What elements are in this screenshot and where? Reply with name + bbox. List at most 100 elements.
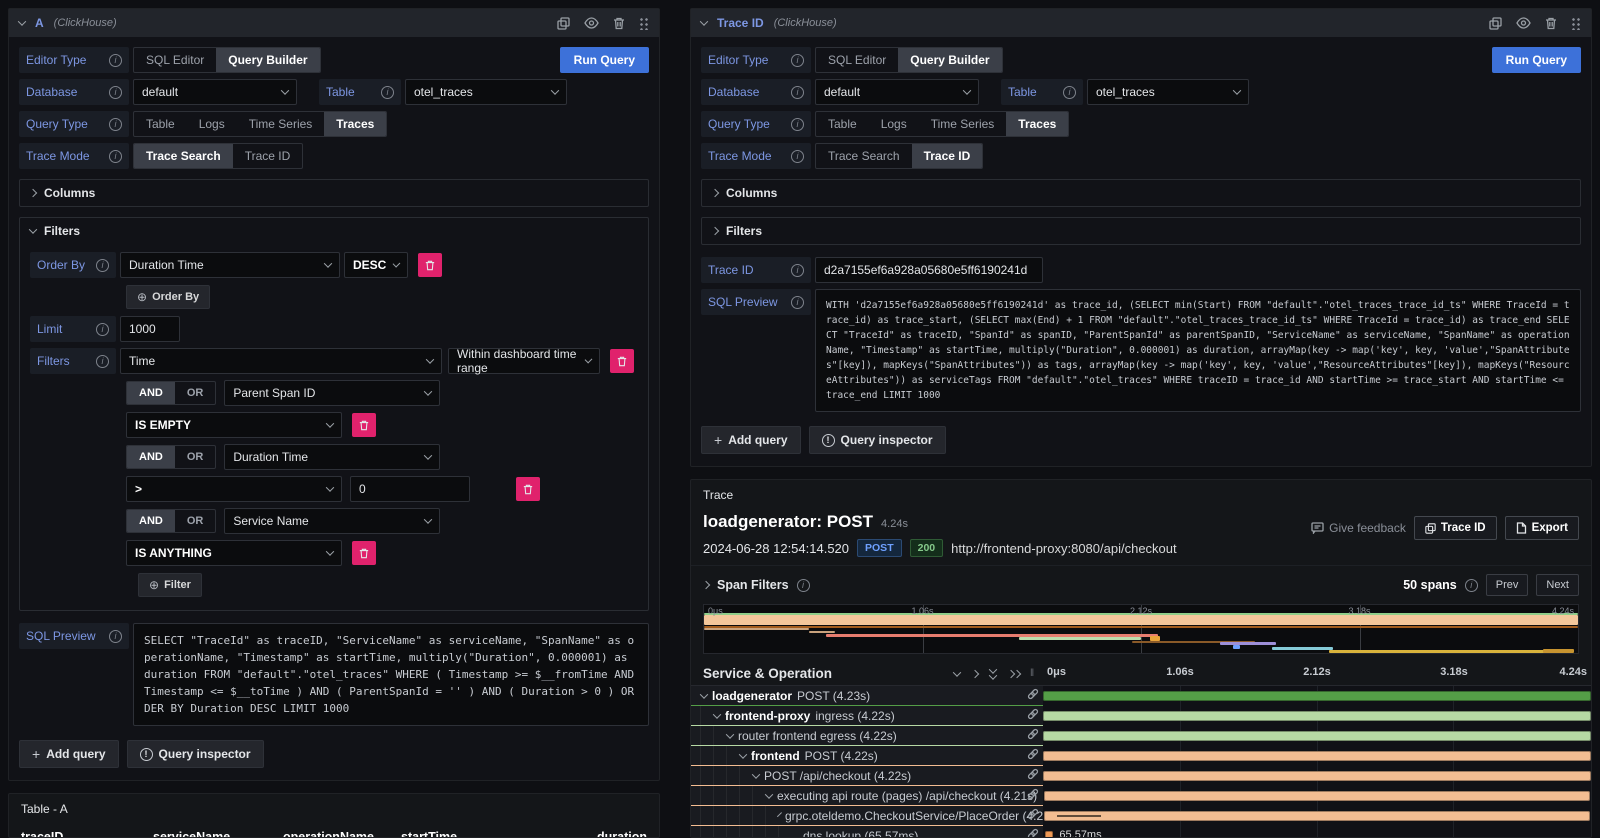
span-name-cell[interactable]: frontendPOST (4.22s) — [691, 746, 1043, 766]
info-icon[interactable] — [109, 630, 122, 643]
span-row[interactable]: executing api route (pages) /api/checkou… — [691, 786, 1591, 806]
table-select[interactable]: otel_traces — [1087, 79, 1249, 105]
span-row[interactable]: frontend-proxyingress (4.22s) — [691, 706, 1591, 726]
delete-query-icon[interactable] — [613, 17, 625, 30]
order-by-direction-select[interactable]: DESC — [344, 252, 408, 278]
give-feedback-link[interactable]: Give feedback — [1311, 521, 1406, 535]
span-duration-bar[interactable] — [1043, 691, 1591, 701]
span-duration-bar[interactable] — [1044, 811, 1590, 821]
query-type-option[interactable]: Table — [134, 112, 187, 136]
chevron-down-icon[interactable] — [752, 770, 760, 778]
hide-query-icon[interactable] — [584, 17, 599, 29]
hide-query-icon[interactable] — [1516, 17, 1531, 29]
editor-type-option[interactable]: SQL Editor — [134, 48, 216, 72]
span-row[interactable]: frontendPOST (4.22s) — [691, 746, 1591, 766]
drag-handle-icon[interactable] — [639, 17, 649, 30]
condition-field-select[interactable]: Duration Time — [224, 444, 440, 470]
info-icon[interactable] — [109, 86, 122, 99]
collapse-query-icon[interactable] — [18, 17, 26, 25]
collapse-one-icon[interactable] — [953, 668, 961, 676]
and-option[interactable]: AND — [127, 510, 175, 532]
editor-type-option[interactable]: Query Builder — [216, 48, 319, 72]
query-type-option[interactable]: Logs — [869, 112, 919, 136]
info-icon[interactable] — [1465, 579, 1478, 592]
span-link-icon[interactable] — [1027, 748, 1039, 763]
span-name-cell[interactable]: executing api route (pages) /api/checkou… — [691, 786, 1043, 806]
query-type-option[interactable]: Traces — [324, 112, 386, 136]
span-name-cell[interactable]: dns.lookup (65.57ms) — [691, 826, 1043, 837]
export-button[interactable]: Export — [1505, 516, 1579, 540]
span-name-cell[interactable]: POST /api/checkout (4.22s) — [691, 766, 1043, 786]
info-icon[interactable] — [791, 296, 804, 309]
limit-input[interactable] — [120, 316, 180, 342]
add-query-button[interactable]: Add query — [701, 426, 801, 454]
expand-all-icon[interactable] — [1008, 671, 1020, 677]
chevron-down-icon[interactable] — [739, 750, 747, 758]
database-select[interactable]: default — [815, 79, 979, 105]
collapse-all-icon[interactable] — [990, 668, 996, 680]
or-option[interactable]: OR — [175, 446, 216, 468]
condition-field-select[interactable]: Parent Span ID — [224, 380, 440, 406]
info-icon[interactable] — [109, 150, 122, 163]
editor-type-option[interactable]: Query Builder — [898, 48, 1001, 72]
condition-operator-select[interactable]: IS EMPTY — [126, 412, 342, 438]
span-track[interactable] — [1043, 726, 1591, 746]
span-track[interactable] — [1043, 786, 1591, 806]
add-filter-button[interactable]: Filter — [138, 573, 202, 597]
span-link-icon[interactable] — [1027, 828, 1039, 837]
query-type-option[interactable]: Time Series — [919, 112, 1007, 136]
span-link-icon[interactable] — [1027, 808, 1039, 823]
drag-handle-icon[interactable] — [1571, 17, 1581, 30]
info-icon[interactable] — [791, 118, 804, 131]
column-header-duration[interactable]: duration — [571, 830, 647, 838]
and-option[interactable]: AND — [127, 382, 175, 404]
info-icon[interactable] — [381, 86, 394, 99]
remove-filter-button[interactable] — [610, 349, 634, 373]
info-icon[interactable] — [791, 86, 804, 99]
span-name-cell[interactable]: router frontend egress (4.22s) — [691, 726, 1043, 746]
span-track[interactable] — [1043, 706, 1591, 726]
info-icon[interactable] — [96, 259, 109, 272]
trace-mode-option[interactable]: Trace Search — [816, 144, 912, 168]
duplicate-query-icon[interactable] — [1489, 17, 1502, 30]
column-header-serviceName[interactable]: serviceName — [153, 830, 283, 838]
trace-mode-option[interactable]: Trace ID — [233, 144, 303, 168]
info-icon[interactable] — [791, 264, 804, 277]
add-order-by-button[interactable]: Order By — [126, 285, 210, 309]
chevron-down-icon[interactable] — [765, 790, 773, 798]
trace-minimap[interactable]: 0μs1.06s2.12s3.18s4.24s — [703, 604, 1579, 654]
query-type-option[interactable]: Time Series — [237, 112, 325, 136]
info-icon[interactable] — [109, 118, 122, 131]
chevron-down-icon[interactable] — [713, 710, 721, 718]
query-inspector-button[interactable]: Query inspector — [127, 740, 264, 768]
span-duration-bar[interactable] — [1044, 791, 1590, 801]
info-icon[interactable] — [791, 54, 804, 67]
chevron-down-icon[interactable] — [726, 730, 734, 738]
condition-field-select[interactable]: Service Name — [224, 508, 440, 534]
span-link-icon[interactable] — [1027, 728, 1039, 743]
trace-id-input[interactable] — [815, 257, 1043, 283]
span-row[interactable]: dns.lookup (65.57ms)65.57ms — [691, 826, 1591, 837]
delete-query-icon[interactable] — [1545, 17, 1557, 30]
columns-section-header[interactable]: Columns — [20, 180, 648, 206]
span-duration-bar[interactable] — [1045, 831, 1054, 837]
chevron-down-icon[interactable] — [777, 812, 782, 817]
filter-field-select[interactable]: Time — [120, 348, 442, 374]
span-track[interactable] — [1043, 686, 1591, 706]
column-header-startTime[interactable]: startTime — [401, 830, 571, 838]
span-row[interactable]: loadgeneratorPOST (4.23s) — [691, 686, 1591, 706]
condition-value-input[interactable] — [350, 476, 470, 502]
span-duration-bar[interactable] — [1043, 711, 1591, 721]
trace-id-button[interactable]: Trace ID — [1414, 516, 1497, 540]
condition-operator-select[interactable]: IS ANYTHING — [126, 540, 342, 566]
order-by-field-select[interactable]: Duration Time — [120, 252, 340, 278]
span-track[interactable]: 65.57ms — [1043, 826, 1591, 837]
query-header-a[interactable]: A (ClickHouse) — [9, 9, 659, 37]
remove-condition-button[interactable] — [352, 541, 376, 565]
info-icon[interactable] — [109, 54, 122, 67]
query-header-trace-id[interactable]: Trace ID (ClickHouse) — [691, 9, 1591, 37]
filters-section-header[interactable]: Filters — [702, 218, 1580, 244]
info-icon[interactable] — [791, 150, 804, 163]
span-row[interactable]: router frontend egress (4.22s) — [691, 726, 1591, 746]
chevron-right-icon[interactable] — [702, 581, 710, 589]
